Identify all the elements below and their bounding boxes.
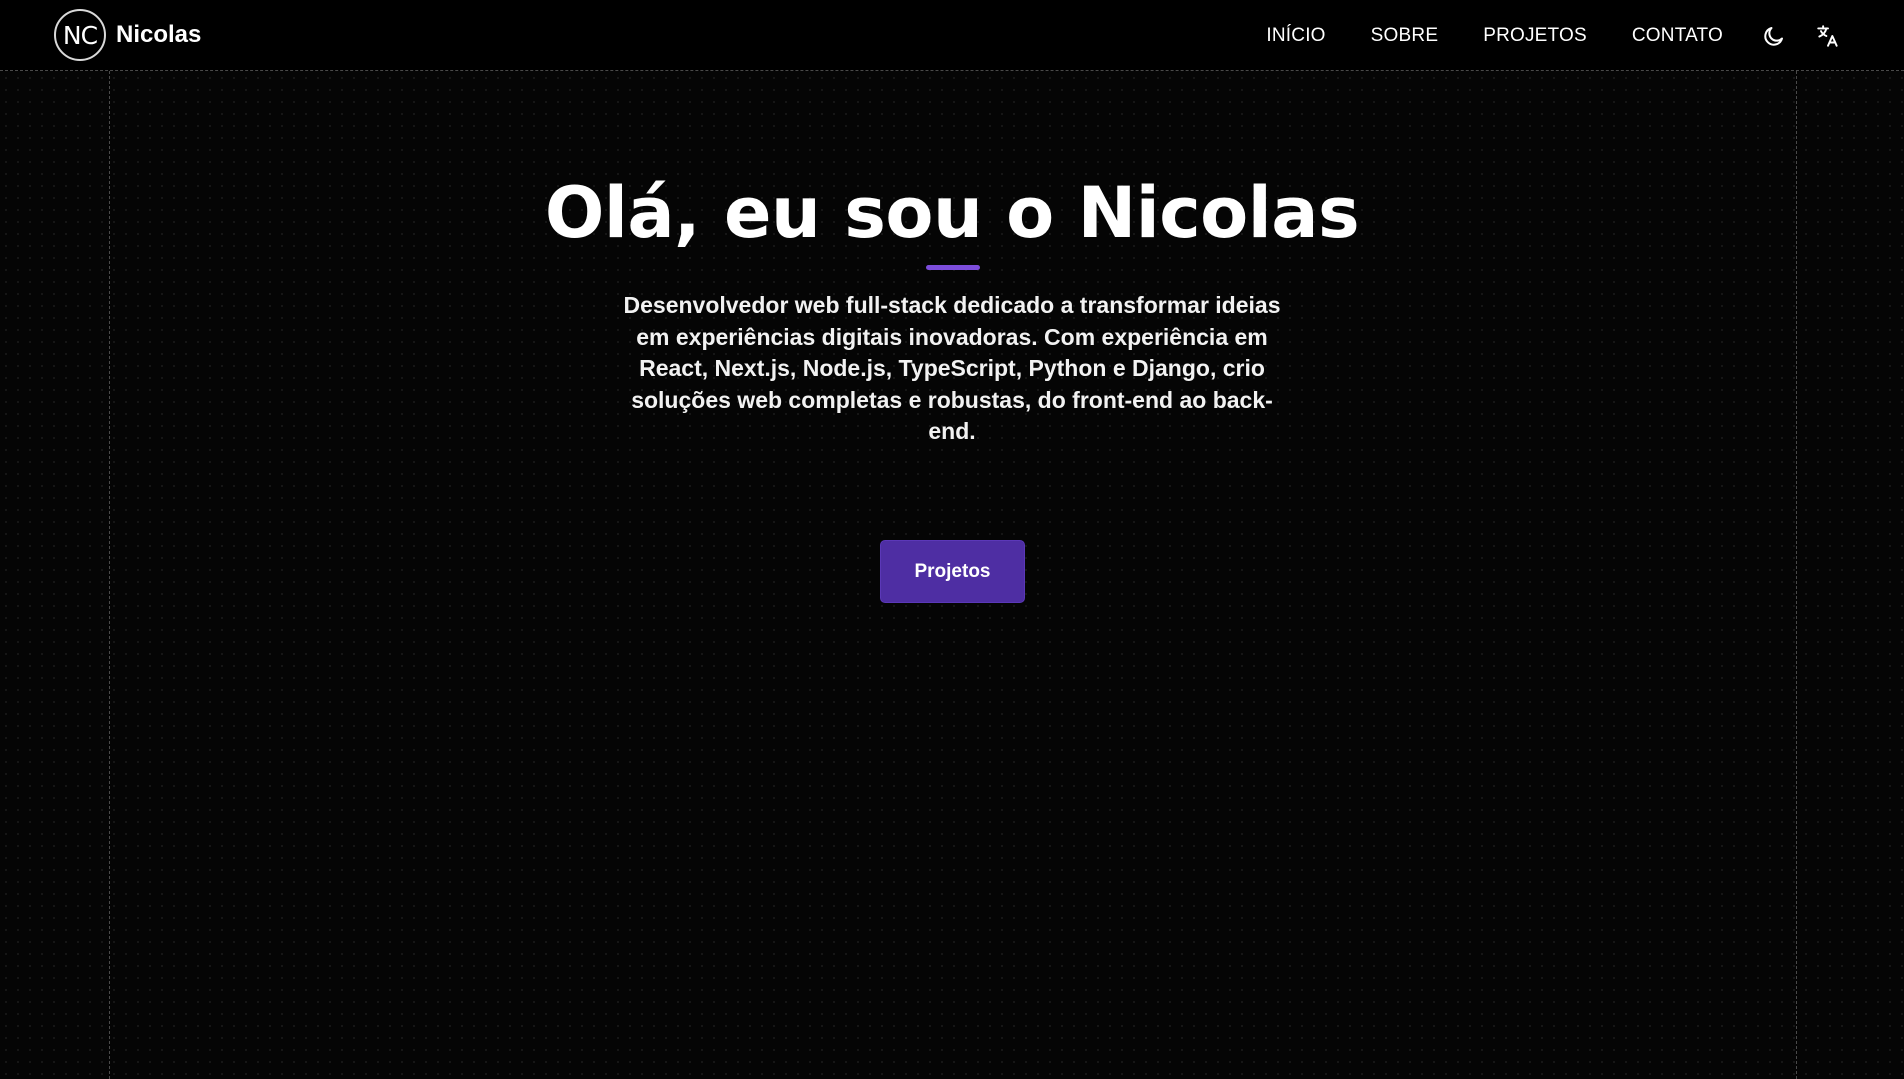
nav-link-contato[interactable]: CONTATO [1632,25,1723,47]
logo-badge: NC [54,9,106,61]
brand-home-link[interactable]: NC Nicolas [54,9,201,61]
moon-icon [1764,26,1783,46]
translate-icon [1817,24,1838,47]
projects-button[interactable]: Projetos [880,540,1025,603]
theme-toggle-button[interactable] [1760,22,1788,50]
brand-name: Nicolas [116,21,202,48]
main-nav: INÍCIO SOBRE PROJETOS CONTATO [1266,0,1904,71]
nav-link-projetos[interactable]: PROJETOS [1483,25,1587,47]
hero-description: Desenvolvedor web full-stack dedicado a … [623,292,1281,444]
top-navbar: NC Nicolas INÍCIO SOBRE PROJETOS CONTATO [0,0,1904,71]
title-underline [926,265,980,270]
nav-link-inicio[interactable]: INÍCIO [1266,25,1325,47]
hero-title: Olá, eu sou o Nicolas [544,172,1360,254]
language-toggle-button[interactable] [1814,22,1842,50]
nav-link-sobre[interactable]: SOBRE [1371,25,1439,47]
